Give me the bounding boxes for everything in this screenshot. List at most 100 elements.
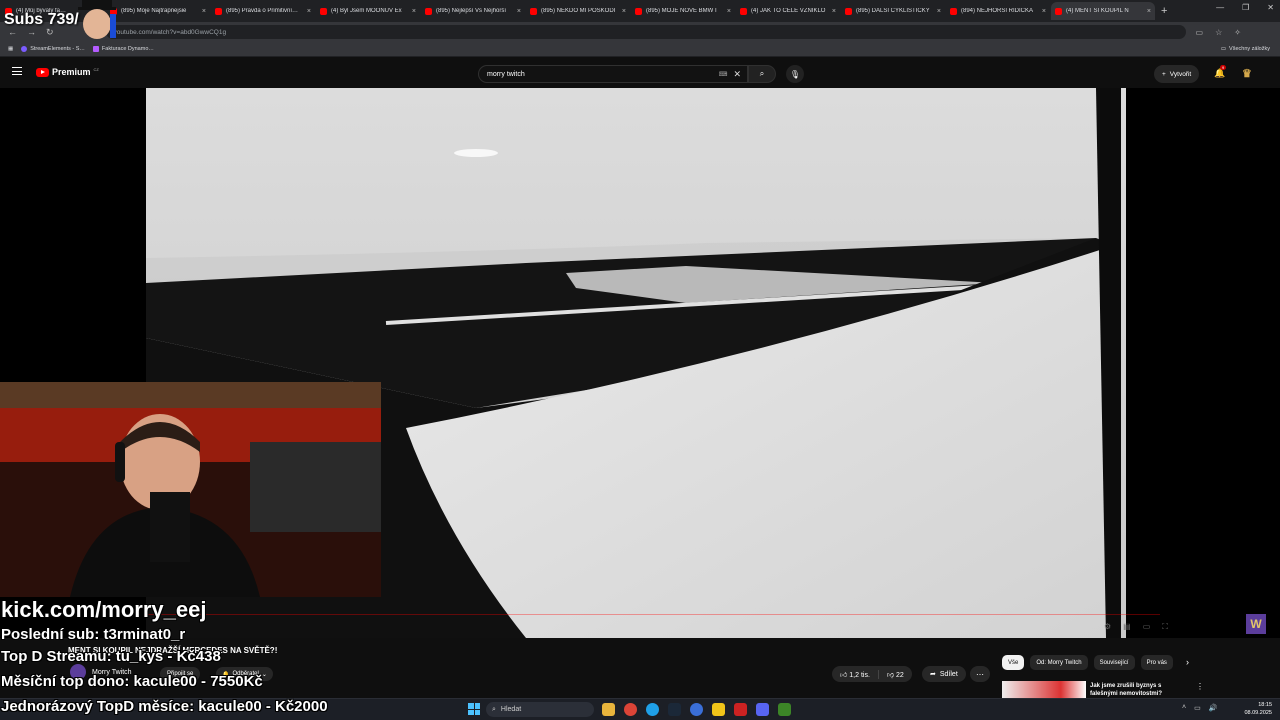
more-actions-button[interactable]: ⋯ (970, 666, 990, 682)
bookmark-item[interactable]: Fakturace Dynamo… (92, 46, 154, 52)
search-value: morry twitch (487, 70, 525, 78)
voice-search-button[interactable]: 🎙 (786, 65, 804, 83)
chip-related[interactable]: Související (1093, 655, 1135, 670)
video-progress-bar[interactable] (146, 614, 1160, 615)
browser-tab[interactable]: (895) DALŠÍ CYKLISTICKÝ × (841, 2, 945, 20)
close-tab-icon[interactable]: × (412, 8, 416, 15)
close-tab-icon[interactable]: × (622, 8, 626, 15)
create-button[interactable]: + Vytvořit (1154, 65, 1200, 83)
browser-tab[interactable]: (4) JAK TO CELÉ VZNIKLO × (736, 2, 840, 20)
streamer-webcam (0, 382, 381, 597)
dislike-count: 22 (895, 671, 904, 679)
search-input[interactable]: morry twitch ⌨ ✕ (478, 65, 748, 83)
chrome-icon[interactable] (624, 703, 637, 716)
minecraft-icon[interactable] (778, 703, 791, 716)
discord-icon[interactable] (756, 703, 769, 716)
notifications-button[interactable]: 🔔 9 (1214, 65, 1227, 79)
apps-grid-icon[interactable]: ▦ (8, 46, 13, 52)
volume-icon[interactable]: 🔊 (1209, 704, 1218, 712)
player-controls: ⚙ ▤ ▭ ⛶ (1104, 622, 1168, 632)
steam-icon[interactable] (668, 703, 681, 716)
thumb-up-icon: 👍︎ (840, 671, 850, 679)
bookmark-item[interactable]: StreamElements - S… (21, 46, 85, 52)
like-count: 1,2 tis. (849, 671, 870, 679)
browser-tab[interactable]: (895) Nejlepší Vs Nejhorší × (421, 2, 525, 20)
recommendation-title[interactable]: Jak jsme zrušili byznys s falešnými nemo… (1090, 682, 1180, 698)
miniplayer-icon[interactable]: ▭ (1143, 622, 1151, 632)
start-button[interactable] (468, 703, 480, 715)
close-tab-icon[interactable]: × (832, 8, 836, 15)
cast-icon[interactable]: ▭ (1196, 28, 1204, 37)
screen: (4) Můj bývalý fa…× (895) Moje Najtrapne… (0, 0, 1280, 720)
chip-for-you[interactable]: Pro vás (1140, 655, 1173, 670)
settings-icon[interactable]: ⚙ (1104, 622, 1111, 632)
close-window-icon[interactable]: ✕ (1267, 3, 1274, 12)
fullscreen-icon[interactable]: ⛶ (1162, 622, 1168, 632)
bookmark-label: StreamElements - S… (30, 46, 85, 52)
subtitles-icon[interactable]: ▤ (1123, 622, 1131, 632)
browser-tab-active[interactable]: (4) MENT SI KOUPIL N × (1051, 2, 1155, 20)
close-tab-icon[interactable]: × (307, 8, 311, 15)
browser-tab[interactable]: (4) Byl Jsem MOONŮV Ex × (316, 2, 420, 20)
bookmark-label: Všechny záložky (1229, 46, 1270, 52)
close-tab-icon[interactable]: × (202, 8, 206, 15)
browser-tab[interactable]: (895) NĚKDO MI POŠKODI × (526, 2, 630, 20)
tab-label: (4) Byl Jsem MOONŮV Ex (331, 8, 402, 14)
file-explorer-icon[interactable] (602, 703, 615, 716)
browser-tab[interactable]: (895) MOJE NOVÉ BMW I × (631, 2, 735, 20)
minimize-icon[interactable]: — (1216, 3, 1224, 12)
close-tab-icon[interactable]: × (1042, 8, 1046, 15)
extensions-icon[interactable]: ✧ (1234, 28, 1241, 37)
youtube-favicon-icon (740, 7, 747, 15)
crown-icon: ♛ (1242, 68, 1252, 80)
keyboard-icon[interactable]: ⌨ (719, 71, 728, 78)
close-tab-icon[interactable]: × (517, 8, 521, 15)
maximize-icon[interactable]: ❐ (1242, 3, 1249, 12)
dislike-button[interactable]: 👎︎ 22 (879, 670, 912, 679)
all-bookmarks-item[interactable]: ▭ Všechny záložky (1221, 46, 1270, 52)
recommendation-menu-icon[interactable]: ⋮ (1196, 682, 1204, 691)
share-button[interactable]: ➦ Sdílet (922, 666, 966, 682)
tab-label: (895) Moje Najtrapnejsie (121, 8, 187, 14)
taskbar-search[interactable]: ⌕ Hledat (486, 702, 594, 717)
like-dislike-group: 👍︎ 1,2 tis. 👎︎ 22 (832, 666, 912, 682)
tab-label: (894) NEJHORŠÍ ŘIDIČKA (961, 8, 1034, 14)
taskbar-clock[interactable]: 18:15 08.09.2025 (1244, 701, 1272, 717)
close-tab-icon[interactable]: × (727, 8, 731, 15)
app-icon[interactable] (734, 703, 747, 716)
url-field[interactable]: youtube.com/watch?v=abd0GwwCQ1g (105, 25, 1186, 39)
recommendation-thumbnail[interactable] (1002, 681, 1086, 698)
folder-icon: ▭ (1220, 46, 1227, 52)
chevron-up-icon[interactable]: ˄ (1182, 704, 1186, 712)
tab-label: (895) NĚKDO MI POŠKODI (541, 8, 616, 14)
close-tab-icon[interactable]: × (1147, 8, 1151, 15)
browser-tab-strip: (4) Můj bývalý fa…× (895) Moje Najtrapne… (0, 0, 1280, 22)
bookmarks-bar: ▦ StreamElements - S… Fakturace Dynamo… … (0, 42, 1280, 57)
browser-tab[interactable]: (894) NEJHORŠÍ ŘIDIČKA × (946, 2, 1050, 20)
address-bar-row: ← → ↻ youtube.com/watch?v=abd0GwwCQ1g ▭ … (0, 22, 1280, 42)
youtube-favicon-icon (950, 7, 957, 15)
close-tab-icon[interactable]: × (937, 8, 941, 15)
app-icon[interactable] (712, 703, 725, 716)
youtube-logo[interactable]: Premium CZ (36, 67, 99, 77)
search-icon: ⌕ (759, 69, 765, 78)
browser-tab[interactable]: (895) Pravda o Primitivní… × (211, 2, 315, 20)
browser-tab[interactable]: (895) Moje Najtrapnejsie × (106, 2, 210, 20)
like-button[interactable]: 👍︎ 1,2 tis. (832, 669, 879, 679)
chevron-right-icon[interactable]: › (1186, 657, 1189, 667)
bookmark-star-icon[interactable]: ☆ (1215, 28, 1222, 37)
network-icon[interactable]: ▭ (1194, 704, 1201, 712)
chip-all[interactable]: Vše (1002, 655, 1025, 670)
clear-search-icon[interactable]: ✕ (733, 69, 741, 80)
edge-icon[interactable] (646, 703, 659, 716)
last-sub-overlay: Poslední sub: t3rminat0_r (1, 626, 186, 643)
menu-icon[interactable] (12, 67, 22, 75)
account-avatar[interactable]: ♛ (1242, 67, 1256, 81)
search-button[interactable]: ⌕ (748, 65, 776, 83)
clock-date: 08.09.2025 (1244, 710, 1272, 716)
new-tab-button[interactable]: + (1161, 5, 1167, 17)
app-icon[interactable] (690, 703, 703, 716)
channel-watermark-logo[interactable]: W (1246, 614, 1266, 634)
chip-from-channel[interactable]: Od: Morry Twitch (1030, 655, 1088, 670)
single-top-overlay: Jednorázový TopD měsíce: kacule00 - Kč20… (1, 698, 328, 715)
